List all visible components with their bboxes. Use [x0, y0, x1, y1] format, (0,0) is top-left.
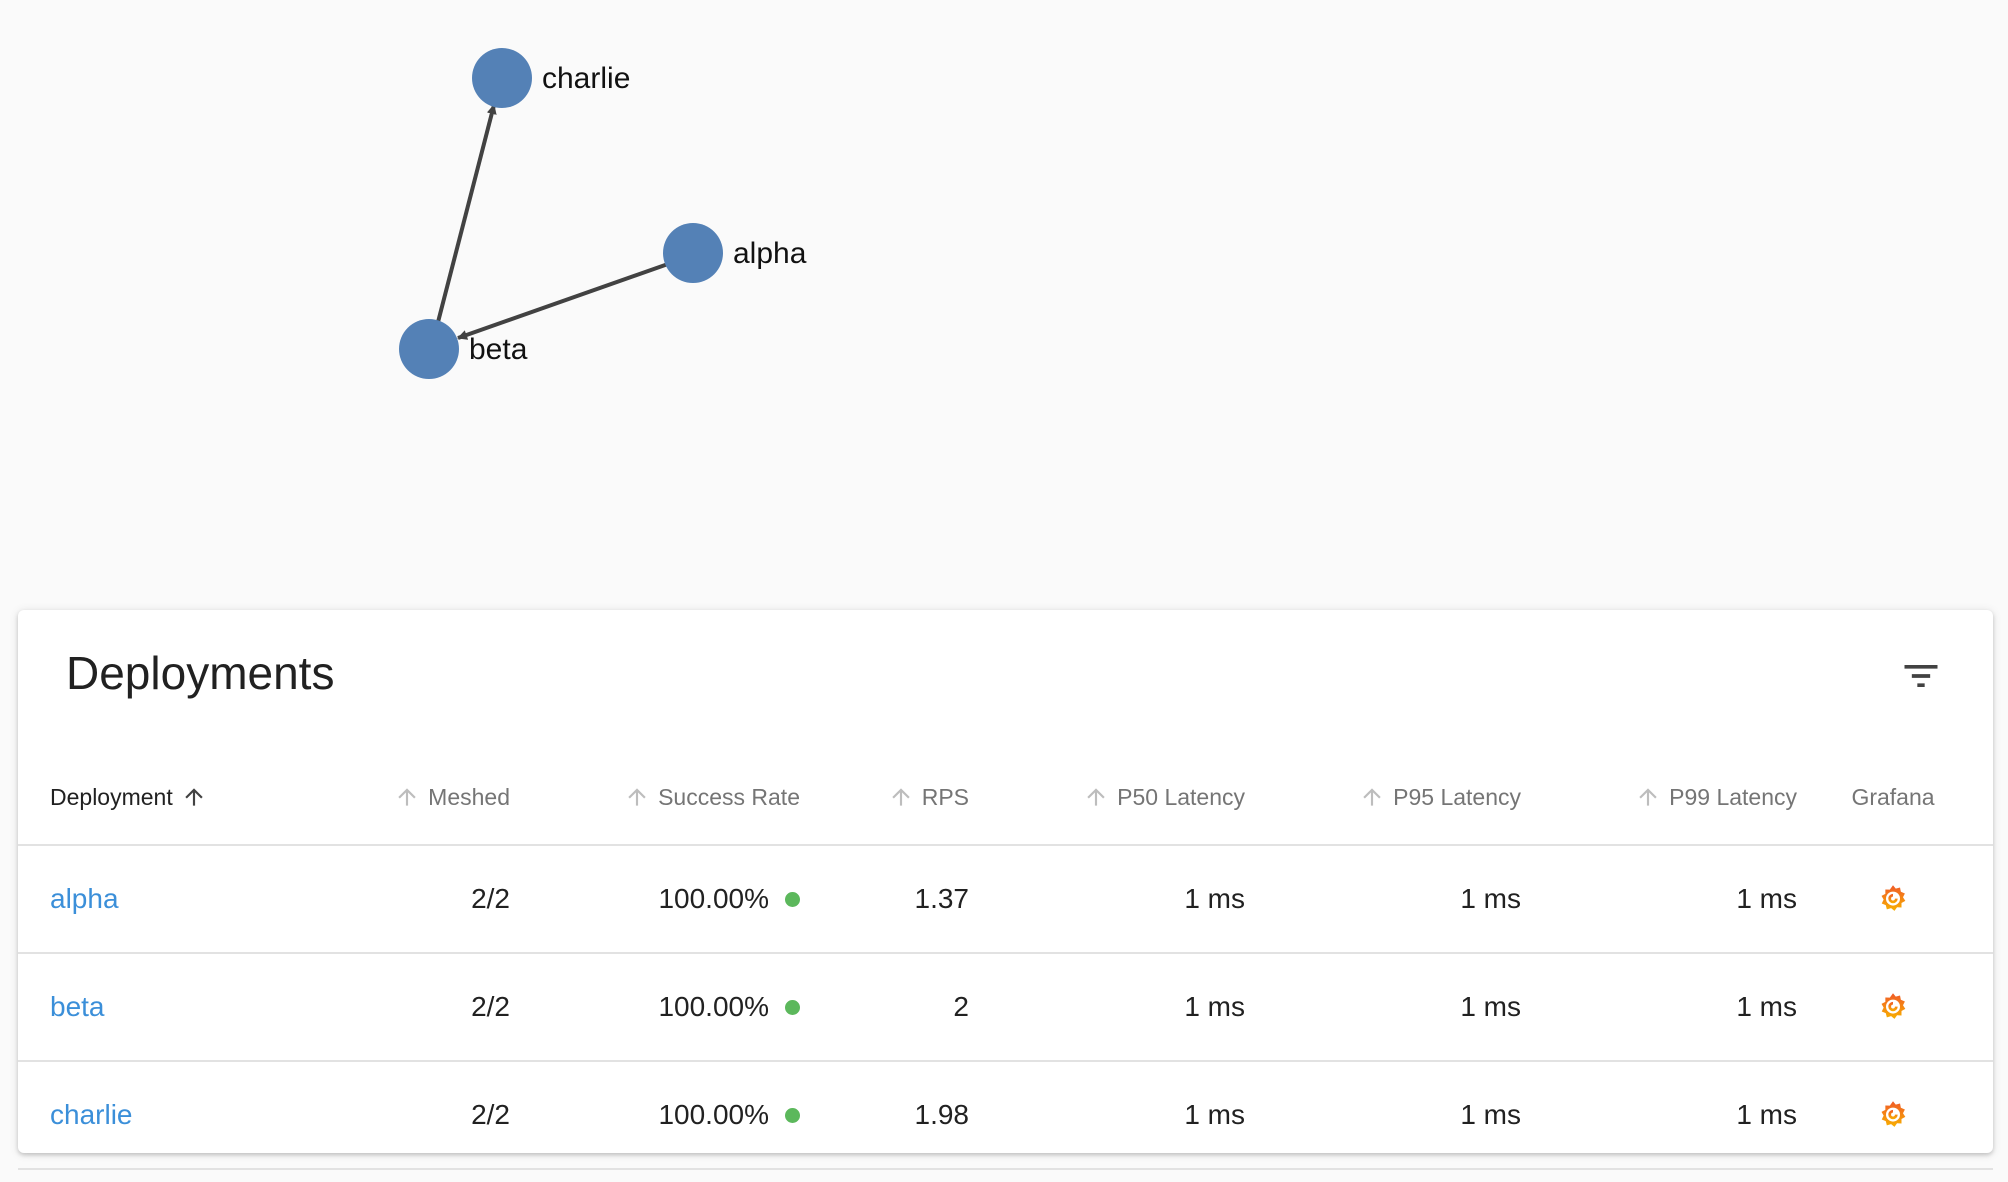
meshed-cell: 2/2 [471, 883, 510, 914]
graph-node-circle[interactable] [663, 223, 723, 283]
success-rate-cell: 100.00% [538, 954, 800, 1060]
grafana-icon[interactable] [1876, 882, 1910, 916]
deployment-cell: charlie [50, 1062, 310, 1168]
graph-node-label: alpha [733, 237, 807, 270]
column-header-success-rate[interactable]: Success Rate [538, 750, 800, 844]
column-header-label: Success Rate [658, 783, 800, 810]
column-header-rps[interactable]: RPS [818, 750, 969, 844]
column-header-label: Deployment [50, 783, 173, 810]
p50-latency-cell: 1 ms [1184, 883, 1245, 914]
p50-latency-cell: 1 ms [1184, 1099, 1245, 1130]
filter-list-icon[interactable] [1899, 654, 1943, 698]
column-header-p95-latency[interactable]: P95 Latency [1268, 750, 1521, 844]
column-header-label: Meshed [428, 783, 510, 810]
graph-edge [435, 104, 497, 327]
meshed-cell: 2/2 [471, 991, 510, 1022]
status-dot [785, 1107, 800, 1123]
sort-arrow-up-icon [398, 788, 416, 806]
table-header-row: Deployment Meshed Success Rate RPS P50 L… [18, 750, 1993, 846]
sort-arrow-up-icon [628, 788, 646, 806]
graph-node-label: charlie [542, 62, 630, 95]
column-header-meshed[interactable]: Meshed [318, 750, 510, 844]
deployments-table: Deployment Meshed Success Rate RPS P50 L… [18, 750, 1993, 1170]
sort-arrow-up-icon [1639, 788, 1657, 806]
deployment-link[interactable]: alpha [50, 883, 119, 915]
rps-cell: 1.98 [914, 1099, 970, 1130]
table-row: charlie 2/2 100.00% 1.98 1 ms 1 ms 1 ms [18, 1062, 1993, 1170]
graph-node-circle[interactable] [472, 48, 532, 108]
dependency-graph-svg: charlie alpha beta [399, 48, 807, 379]
graph-node[interactable]: charlie [472, 48, 630, 108]
p95-latency-cell: 1 ms [1460, 991, 1521, 1022]
p50-latency-cell: 1 ms [1184, 991, 1245, 1022]
sort-arrow-up-icon [892, 788, 910, 806]
column-header-label: Grafana [1851, 783, 1935, 810]
column-header-p50-latency[interactable]: P50 Latency [1008, 750, 1245, 844]
deployment-link[interactable]: charlie [50, 1099, 132, 1131]
deployments-card: Deployments Deployment Meshed Success Ra… [18, 610, 1993, 1170]
rps-cell: 1.37 [914, 883, 970, 914]
status-dot [785, 891, 800, 907]
dependency-graph: charlie alpha beta [0, 0, 2008, 600]
p95-latency-cell: 1 ms [1460, 883, 1521, 914]
success-rate-value: 100.00% [658, 991, 769, 1022]
deployment-cell: beta [50, 954, 310, 1060]
success-rate-cell: 100.00% [538, 846, 800, 952]
p99-latency-cell: 1 ms [1736, 883, 1797, 914]
column-header-label: RPS [921, 783, 969, 810]
success-rate-value: 100.00% [658, 1099, 769, 1130]
p99-latency-cell: 1 ms [1736, 1099, 1797, 1130]
status-dot [785, 999, 800, 1015]
grafana-cell [1818, 846, 1968, 952]
p95-latency-cell: 1 ms [1460, 1099, 1521, 1130]
column-header-p99-latency[interactable]: P99 Latency [1548, 750, 1797, 844]
graph-node[interactable]: alpha [663, 223, 807, 283]
graph-edge [457, 262, 669, 340]
column-header-label: P99 Latency [1669, 783, 1797, 810]
graph-node-circle[interactable] [399, 319, 459, 379]
success-rate-cell: 100.00% [538, 1062, 800, 1168]
grafana-cell [1818, 954, 1968, 1060]
table-row: alpha 2/2 100.00% 1.37 1 ms 1 ms 1 ms [18, 846, 1993, 954]
deployment-link[interactable]: beta [50, 991, 105, 1023]
graph-node[interactable]: beta [399, 319, 528, 379]
deployment-cell: alpha [50, 846, 310, 952]
graph-node-label: beta [469, 333, 528, 366]
column-header-label: P50 Latency [1117, 783, 1245, 810]
meshed-cell: 2/2 [471, 1099, 510, 1130]
column-header-grafana: Grafana [1818, 750, 1968, 844]
table-row: beta 2/2 100.00% 2 1 ms 1 ms 1 ms [18, 954, 1993, 1062]
card-title: Deployments [66, 647, 335, 699]
p99-latency-cell: 1 ms [1736, 991, 1797, 1022]
grafana-cell [1818, 1062, 1968, 1168]
grafana-icon[interactable] [1876, 990, 1910, 1024]
sort-arrow-up-icon [1363, 788, 1381, 806]
column-header-deployment[interactable]: Deployment [50, 750, 310, 844]
success-rate-value: 100.00% [658, 883, 769, 914]
column-header-label: P95 Latency [1393, 783, 1521, 810]
sort-arrow-up-icon [185, 788, 203, 806]
rps-cell: 2 [953, 991, 969, 1022]
sort-arrow-up-icon [1087, 788, 1105, 806]
grafana-icon[interactable] [1876, 1098, 1910, 1132]
